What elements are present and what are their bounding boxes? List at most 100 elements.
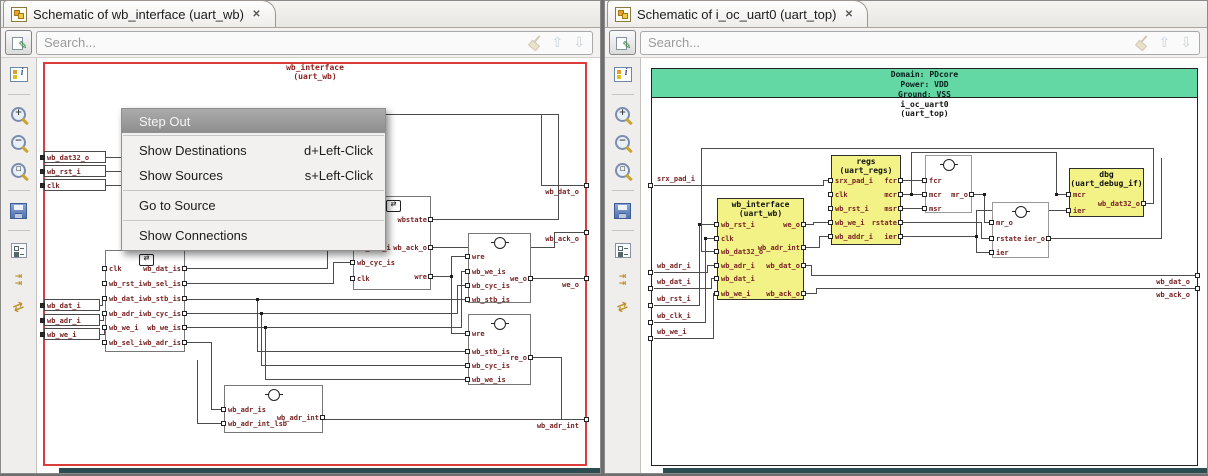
port-box[interactable]: wb_dat32_o: [44, 151, 106, 163]
menu-item-show-connections[interactable]: Show Connections: [122, 223, 385, 248]
output-port-label: re_o: [510, 354, 527, 362]
pane-left: Schematic of wb_interface (uart_wb) Sear…: [0, 0, 601, 474]
highlight-mode-button[interactable]: [5, 30, 32, 55]
output-pin: [801, 222, 806, 227]
input-pin: [465, 297, 470, 302]
menu-item-step-out[interactable]: Step Out: [122, 109, 385, 133]
port-label: wb_adr_i: [47, 317, 81, 325]
tab-close-icon[interactable]: [250, 8, 263, 21]
pane-right: Schematic of i_oc_uart0 (uart_top) Searc…: [604, 0, 1208, 474]
output-pin: [898, 234, 903, 239]
input-pin: [465, 269, 470, 274]
output-pin: [898, 178, 903, 183]
follow-signal-button[interactable]: [609, 267, 637, 290]
highlight-mode-button[interactable]: [609, 30, 636, 55]
schematic-toolbar: [1, 58, 37, 473]
output-pin: [801, 291, 806, 296]
search-next-icon[interactable]: [573, 34, 585, 52]
edge-pin: [1195, 273, 1200, 278]
menu-separator: [123, 135, 384, 136]
tab-schematic-i-oc-uart0[interactable]: Schematic of i_oc_uart0 (uart_top): [607, 0, 869, 27]
save-button[interactable]: [609, 199, 637, 222]
port-box[interactable]: wb_we_i: [44, 328, 100, 340]
properties-button[interactable]: [5, 63, 33, 86]
output-port-label: mr_o: [951, 191, 968, 199]
search-input[interactable]: Search...: [36, 30, 593, 55]
schematic-block[interactable]: fcr mcr msr mr_o: [925, 155, 972, 213]
port-label: srx_pad_i: [657, 175, 695, 183]
schematic-block[interactable]: clk wb_rst_i wb_dat_i wb_adr_i wb_we_i wb_sel…: [105, 250, 185, 352]
tab-title: Schematic of i_oc_uart0 (uart_top): [637, 6, 837, 22]
output-port-label: wb_ack_o: [393, 244, 427, 252]
port-box[interactable]: wb_rst_i: [44, 165, 106, 177]
toolbar-separator: [7, 230, 30, 231]
output-pin: [898, 220, 903, 225]
schematic-block[interactable]: mr_o rstate ier ier_o: [992, 202, 1049, 258]
edge-pin: [648, 183, 653, 188]
preferences-button[interactable]: [609, 239, 637, 262]
input-port-label: wb_rst_i: [109, 280, 143, 288]
output-port-label: wb_cyc_is: [143, 310, 181, 318]
sync-button[interactable]: [5, 295, 33, 318]
menu-separator: [123, 190, 384, 191]
save-button[interactable]: [5, 199, 33, 222]
clear-highlight-icon[interactable]: [528, 35, 542, 50]
zoom-fit-button[interactable]: [609, 159, 637, 182]
properties-button[interactable]: [609, 63, 637, 86]
search-actions: [528, 34, 585, 52]
toolbar-separator: [7, 190, 30, 191]
zoom-fit-button[interactable]: [5, 159, 33, 182]
menu-item-go-to-source[interactable]: Go to Source: [122, 193, 385, 218]
toolbar-separator: [611, 190, 634, 191]
menu-item-label: Show Destinations: [139, 143, 247, 158]
input-pin: [465, 283, 470, 288]
search-next-icon[interactable]: [1180, 34, 1192, 52]
zoom-out-button[interactable]: [609, 131, 637, 154]
input-pin: [465, 377, 470, 382]
search-placeholder: Search...: [648, 35, 701, 50]
edge-pin: [648, 270, 653, 275]
schematic-block[interactable]: wre wb_stb_is wb_cyc_is wb_we_is re_o: [468, 314, 531, 385]
context-menu: Step Out Show Destinations d+Left-Click Sho…: [121, 108, 386, 251]
input-pin: [714, 291, 719, 296]
zoom-out-icon: [615, 135, 630, 150]
search-previous-icon[interactable]: [552, 34, 564, 52]
input-pin: [350, 260, 355, 265]
schematic-block[interactable]: dbg (uart_debug_if) mcr ier wb_dat32_o: [1069, 168, 1144, 217]
input-port-label: wb_dat_i: [721, 275, 755, 283]
search-previous-icon[interactable]: [1159, 34, 1171, 52]
tab-schematic-wb-interface[interactable]: Schematic of wb_interface (uart_wb): [3, 0, 276, 27]
input-pin: [221, 421, 226, 426]
menu-item-show-destinations[interactable]: Show Destinations d+Left-Click: [122, 138, 385, 163]
output-pin: [182, 281, 187, 286]
zoom-in-button[interactable]: [609, 103, 637, 126]
port-box[interactable]: wb_dat_i: [44, 299, 100, 311]
zoom-in-button[interactable]: [5, 103, 33, 126]
zoom-out-button[interactable]: [5, 131, 33, 154]
zoom-fit-icon: [11, 163, 26, 178]
toolbar-separator: [611, 94, 634, 95]
schematic-block[interactable]: wre wb_we_is wb_cyc_is wb_stb_is we_o: [468, 233, 531, 304]
clear-highlight-icon[interactable]: [1135, 35, 1149, 50]
input-port-label: wb_rst_i: [835, 205, 869, 213]
preferences-button[interactable]: [5, 239, 33, 262]
port-box[interactable]: clk: [44, 179, 106, 191]
output-port-label: fcr: [884, 177, 897, 185]
output-port-label: wb_dat_o: [766, 262, 800, 270]
sync-button[interactable]: [609, 295, 637, 318]
schematic-block[interactable]: regs (uart_regs) srx_pad_i clk wb_rst_i wb_we…: [831, 155, 901, 245]
input-pin: [102, 311, 107, 316]
input-port-label: wb_sel_i: [109, 339, 143, 347]
search-toolbar-right: Search...: [605, 28, 1207, 58]
schematic-block[interactable]: wb_interface (uart_wb) wb_rst_i clk wb_dat32…: [717, 198, 804, 300]
schematic-block[interactable]: wb_adr_is wb_adr_int_lsb wb_adr_int: [224, 385, 323, 433]
port-box[interactable]: wb_adr_i: [44, 314, 100, 326]
search-input[interactable]: Search...: [640, 30, 1200, 55]
output-pin: [182, 296, 187, 301]
input-port-label: mcr: [929, 191, 942, 199]
zoom-out-icon: [11, 135, 26, 150]
tab-close-icon[interactable]: [842, 8, 855, 21]
output-pin: [898, 206, 903, 211]
menu-item-show-sources[interactable]: Show Sources s+Left-Click: [122, 163, 385, 188]
follow-signal-button[interactable]: [5, 267, 33, 290]
